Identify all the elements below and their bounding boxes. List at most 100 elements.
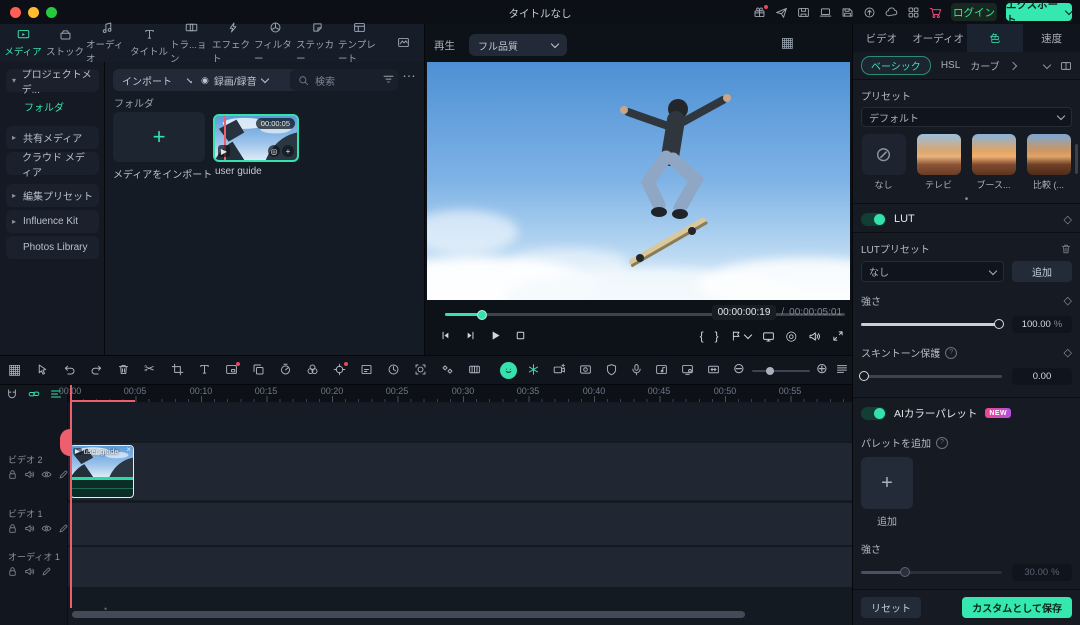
keyframe-diamond-icon[interactable]: ◇ <box>1064 346 1072 359</box>
tab-speed[interactable]: 速度 <box>1023 24 1080 52</box>
marker-flag-dropdown[interactable] <box>730 330 751 342</box>
voiceover-icon[interactable] <box>630 363 643 376</box>
timeline-clip-user-guide[interactable]: ▶ user guide × <box>70 445 134 498</box>
zoom-slider-handle[interactable] <box>766 367 774 375</box>
preset-none[interactable]: ⊘なし <box>861 134 906 191</box>
zoom-out-icon[interactable]: ⊖ <box>733 360 745 377</box>
export-button[interactable]: エクスポート <box>1006 3 1072 21</box>
login-button[interactable]: ログイン <box>951 3 997 21</box>
tab-stock[interactable]: ストック <box>44 28 86 58</box>
pip-icon[interactable] <box>225 363 238 376</box>
save-icon[interactable] <box>841 6 854 19</box>
apps-icon[interactable] <box>907 6 920 19</box>
subtab-basic[interactable]: ベーシック <box>861 56 931 75</box>
clip-speed-button[interactable]: ◎ <box>268 145 280 157</box>
render-preview-icon[interactable] <box>468 363 481 376</box>
tab-audio[interactable]: オーディオ <box>86 21 128 65</box>
save-custom-button[interactable]: カスタムとして保存 <box>962 597 1072 618</box>
playhead-line[interactable] <box>70 385 72 608</box>
delete-icon[interactable] <box>117 363 130 376</box>
screen-record-icon[interactable] <box>553 363 566 376</box>
clip-close-icon[interactable]: × <box>126 445 131 454</box>
tab-templates[interactable]: テンプレート <box>338 21 380 65</box>
lock-icon[interactable] <box>7 469 18 480</box>
hide-icon[interactable] <box>41 469 52 480</box>
pagination-dot[interactable]: • <box>965 194 969 205</box>
record-dropdown[interactable]: ◉録画/録音 <box>192 69 300 91</box>
gift-icon[interactable] <box>753 6 766 19</box>
cloud-icon[interactable] <box>885 6 898 19</box>
snapshot-icon[interactable]: ◎ <box>786 328 797 344</box>
zoom-in-icon[interactable]: ⊕ <box>816 360 828 377</box>
help-icon[interactable]: ? <box>936 437 948 449</box>
tab-filters[interactable]: フィルター <box>254 21 296 65</box>
lock-icon[interactable] <box>7 523 18 534</box>
lut-skin-slider[interactable] <box>861 375 1002 378</box>
ai-palette-toggle[interactable] <box>861 407 886 420</box>
share-icon[interactable] <box>775 6 788 19</box>
keyframe-diamond-icon[interactable]: ◇ <box>1064 294 1072 307</box>
timeline-h-scrollbar[interactable] <box>72 611 745 618</box>
sidebar-item-edit-presets[interactable]: ▸編集プリセット <box>6 184 99 207</box>
reframe-icon[interactable] <box>414 363 427 376</box>
text-tool-icon[interactable] <box>198 363 211 376</box>
fullscreen-icon[interactable] <box>832 330 844 342</box>
mute-icon[interactable] <box>24 566 35 577</box>
slider-handle[interactable] <box>859 371 869 381</box>
more-icon[interactable]: … <box>402 64 416 80</box>
link-clips-icon[interactable] <box>28 388 40 400</box>
hide-icon[interactable] <box>41 523 52 534</box>
tab-stickers[interactable]: ステッカー <box>296 21 338 65</box>
edit-properties-icon[interactable] <box>360 363 373 376</box>
traffic-light-close[interactable] <box>10 7 21 18</box>
lut-strength-slider[interactable] <box>861 323 1002 326</box>
timeline-ruler[interactable]: 00:00 00:05 00:10 00:15 00:20 00:25 00:3… <box>68 385 852 402</box>
chevron-down-icon[interactable] <box>1043 60 1051 68</box>
audio-library-icon[interactable] <box>655 363 668 376</box>
volume-icon[interactable] <box>808 330 821 343</box>
tab-transitions[interactable]: トラ...ョン <box>170 21 212 65</box>
sidebar-item-project-media[interactable]: ▾プロジェクトメデ... <box>6 69 99 92</box>
timeline-zoom-slider[interactable] <box>752 370 810 372</box>
speed-icon[interactable] <box>279 363 292 376</box>
scrubber-handle[interactable] <box>477 310 487 320</box>
compare-icon[interactable] <box>1060 60 1072 72</box>
mirror-display-icon[interactable] <box>762 330 775 343</box>
media-clip-thumbnail[interactable]: 00:00:05 ◎ + ▶ <box>213 114 299 162</box>
fit-timeline-icon[interactable] <box>707 363 720 376</box>
undo-icon[interactable] <box>63 363 76 376</box>
timeline-empty-row[interactable] <box>68 403 852 441</box>
mark-in-icon[interactable]: { <box>700 329 704 343</box>
select-tool-icon[interactable] <box>36 363 49 376</box>
track-row-video2[interactable] <box>68 443 852 500</box>
lut-toggle[interactable] <box>861 213 886 226</box>
lut-select[interactable]: なし <box>861 261 1004 282</box>
crop-icon[interactable] <box>171 363 184 376</box>
preset-tv[interactable]: テレビ <box>916 134 961 191</box>
tab-titles[interactable]: タイトル <box>128 28 170 58</box>
save-as-icon[interactable] <box>797 6 810 19</box>
sidebar-item-folder[interactable]: フォルダ <box>6 95 99 118</box>
clip-add-button[interactable]: + <box>282 145 294 157</box>
toolbox-icon[interactable]: ▦ <box>8 361 21 378</box>
stop-button[interactable] <box>514 329 527 342</box>
traffic-light-minimize[interactable] <box>28 7 39 18</box>
next-frame-button[interactable] <box>464 329 477 342</box>
webcam-record-icon[interactable] <box>579 363 592 376</box>
device-export-icon[interactable] <box>681 363 694 376</box>
play-button[interactable] <box>489 329 502 342</box>
ai-effects-icon[interactable] <box>527 363 540 376</box>
playhead-marker[interactable] <box>60 429 70 456</box>
preset-dropdown[interactable]: デフォルト <box>861 107 1072 127</box>
preset-scrollbar[interactable] <box>1075 144 1078 174</box>
traffic-light-zoom[interactable] <box>46 7 57 18</box>
lut-skin-value[interactable]: 0.00 <box>1012 368 1072 385</box>
mute-icon[interactable] <box>24 469 35 480</box>
keyframe-icon[interactable] <box>441 363 454 376</box>
duration-icon[interactable] <box>387 363 400 376</box>
import-media-tile[interactable]: + <box>113 112 205 162</box>
tab-color[interactable]: 色 <box>967 24 1024 52</box>
motion-tracking-icon[interactable] <box>333 363 346 376</box>
tab-video[interactable]: ビデオ <box>853 24 910 52</box>
tab-media[interactable]: メディア <box>2 28 44 58</box>
